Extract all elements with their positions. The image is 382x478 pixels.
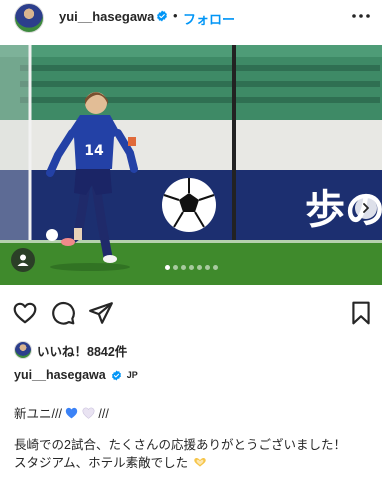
post-photo-illustration: 歩の 14 — [0, 45, 382, 285]
next-arrow-icon — [363, 203, 369, 213]
caption-line-3: スタジアム、ホテル素敵でした — [14, 452, 208, 471]
verified-badge-icon — [111, 369, 121, 381]
header-username[interactable]: yui__hasegawa — [59, 9, 154, 24]
header-separator: • — [173, 8, 178, 23]
likes-row[interactable]: いいね！8842件 — [14, 340, 127, 360]
caption-username[interactable]: yui__hasegawa — [14, 368, 106, 382]
user-tag-button[interactable] — [11, 248, 35, 272]
comment-icon[interactable] — [50, 300, 76, 326]
post-image[interactable]: 歩の 14 — [0, 45, 382, 285]
save-icon[interactable] — [348, 300, 374, 326]
carousel-dot — [189, 265, 194, 270]
caption-line-2: 長崎での2試合、たくさんの応援ありがとうございました！ — [14, 438, 346, 452]
svg-text:14: 14 — [84, 143, 104, 159]
heart-icon[interactable] — [12, 300, 38, 326]
caption-header: yui__hasegawa JP — [14, 368, 138, 382]
carousel-dot — [213, 265, 218, 270]
liker-avatar — [14, 341, 32, 359]
post-header: yui__hasegawa • フォロー — [0, 0, 382, 36]
caption-line-1-text: 新ユニ/// — [14, 407, 62, 421]
more-options-icon[interactable] — [350, 6, 372, 26]
share-icon[interactable] — [88, 300, 114, 326]
profile-avatar[interactable] — [14, 3, 44, 33]
follow-button[interactable]: フォロー — [183, 9, 235, 28]
white-heart-icon — [82, 407, 95, 419]
action-bar — [0, 300, 382, 328]
blue-heart-icon — [66, 407, 78, 419]
country-code: JP — [126, 370, 138, 380]
carousel-dot — [205, 265, 210, 270]
caption-line-1-tail: /// — [98, 407, 109, 421]
caption-line-1: 新ユニ/// /// — [14, 403, 109, 422]
carousel-dot — [181, 265, 186, 270]
heart-hands-icon — [193, 458, 206, 467]
verified-badge-icon — [157, 10, 167, 22]
likes-count: いいね！8842件 — [37, 344, 128, 359]
caption-line-3-text: スタジアム、ホテル素敵でした — [14, 456, 189, 470]
carousel-dot — [197, 265, 202, 270]
carousel-next-button[interactable] — [355, 197, 377, 219]
carousel-dot — [165, 265, 170, 270]
carousel-dot — [173, 265, 178, 270]
carousel-indicator — [165, 265, 218, 270]
user-tag-icon — [17, 254, 29, 266]
